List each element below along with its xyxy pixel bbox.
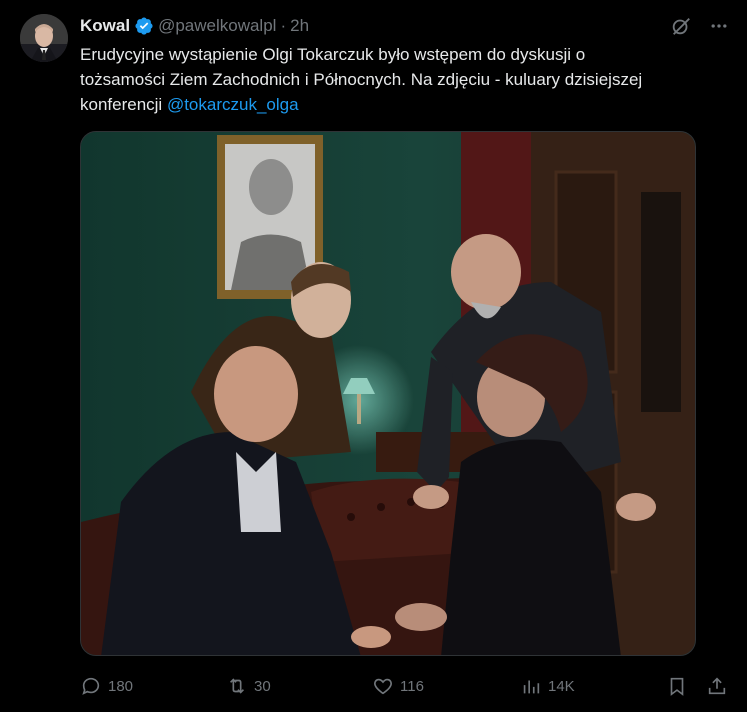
tweet-header: Kowal @pawelkowalpl · 2h xyxy=(80,14,309,38)
tweet-text: Erudycyjne wystąpienie Olgi Tokarczuk by… xyxy=(80,42,730,117)
header-actions xyxy=(669,14,731,38)
tweet-text-fragment: konferencji xyxy=(80,95,167,114)
avatar[interactable] xyxy=(20,14,68,62)
like-count: 116 xyxy=(400,677,424,695)
repost-count: 30 xyxy=(254,677,271,695)
tweet-photo[interactable] xyxy=(80,131,696,656)
repost-button[interactable]: 30 xyxy=(226,672,271,700)
author-handle[interactable]: @pawelkowalpl xyxy=(158,16,276,36)
grok-icon[interactable] xyxy=(669,14,693,38)
share-button[interactable] xyxy=(706,672,728,700)
reply-count: 180 xyxy=(108,677,134,695)
bookmark-icon xyxy=(670,677,684,696)
tweet-text-line: tożsamości Ziem Zachodnich i Północnych.… xyxy=(80,70,643,89)
heart-icon xyxy=(374,678,392,695)
author-name[interactable]: Kowal xyxy=(80,16,130,36)
verified-badge-icon xyxy=(135,17,153,35)
mention-link[interactable]: @tokarczuk_olga xyxy=(167,95,299,114)
share-icon xyxy=(708,677,726,695)
reply-button[interactable]: 180 xyxy=(80,672,133,700)
tweet: Kowal @pawelkowalpl · 2h Erudycyjne wyst… xyxy=(0,0,747,712)
timestamp[interactable]: 2h xyxy=(290,16,309,36)
tweet-text-line: konferencji @tokarczuk_olga xyxy=(80,92,730,117)
more-icon[interactable] xyxy=(707,14,731,38)
separator-dot: · xyxy=(280,16,287,35)
tweet-actions: 180 30 116 14K xyxy=(80,672,732,700)
like-button[interactable]: 116 xyxy=(372,672,424,700)
tweet-text-line: Erudycyjne wystąpienie Olgi Tokarczuk by… xyxy=(80,45,586,64)
analytics-icon xyxy=(523,680,540,694)
reply-icon xyxy=(82,677,100,695)
bookmark-button[interactable] xyxy=(666,672,688,700)
views-button[interactable]: 14K xyxy=(520,672,575,700)
view-count: 14K xyxy=(548,677,575,695)
repost-icon xyxy=(229,678,245,694)
